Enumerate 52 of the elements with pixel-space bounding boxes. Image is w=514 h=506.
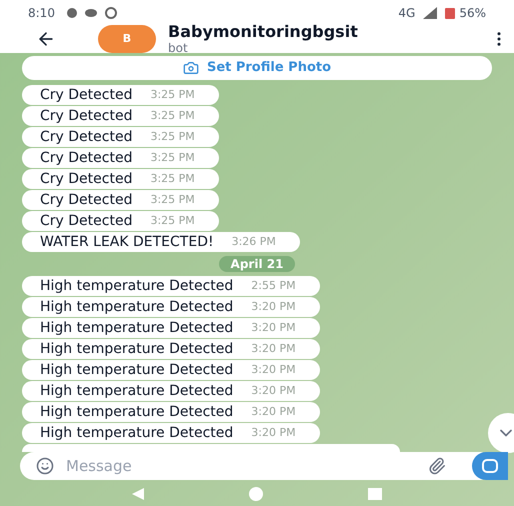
message-text: High temperature Detected: [40, 402, 234, 422]
camera-button[interactable]: [472, 452, 508, 480]
attach-icon[interactable]: [428, 457, 446, 475]
message-text: High temperature Detected: [40, 318, 234, 338]
message-text: Cry Detected: [40, 148, 132, 168]
clock-time: 8:10: [28, 4, 55, 22]
message-time: 3:25 PM: [150, 128, 195, 145]
battery-icon: [445, 6, 456, 18]
message-text: Cry Detected: [40, 170, 132, 188]
back-nav-icon[interactable]: [132, 488, 144, 500]
message-time: 3:20 PM: [251, 404, 296, 420]
message-text: High temperature Detected: [40, 382, 234, 400]
message-time: 2:55 PM: [251, 278, 296, 294]
emoji-icon[interactable]: [36, 457, 54, 475]
message-time: 3:20 PM: [251, 362, 296, 378]
chat-title: Babymonitoringbgsit: [168, 24, 358, 40]
message-text: High temperature Detected: [40, 298, 234, 316]
battery-percent: 56%: [459, 4, 486, 22]
message-text: Cry Detected: [40, 212, 132, 230]
message-text: Cry Detected: [40, 106, 132, 126]
message-time: 3:25 PM: [150, 192, 195, 208]
message-text: High temperature Detected: [40, 340, 234, 358]
network-label: 4G: [398, 4, 416, 22]
dot-icon: [66, 8, 77, 18]
chat-subtitle: bot: [168, 42, 189, 54]
message-time: 3:20 PM: [251, 340, 296, 357]
message-time: 3:25 PM: [150, 170, 195, 187]
message-time: 3:25 PM: [150, 86, 195, 103]
set-profile-photo-button[interactable]: Set Profile Photo: [22, 56, 492, 80]
message-text: High temperature Detected: [40, 424, 234, 442]
message-text: Cry Detected: [40, 128, 132, 146]
message-text: Cry Detected: [40, 86, 132, 104]
message-text: High temperature Detected: [40, 360, 234, 380]
message-field[interactable]: Message: [66, 454, 428, 478]
message-time: 3:20 PM: [251, 320, 296, 336]
avatar: B: [98, 25, 156, 53]
message-text: Cry Detected: [40, 190, 132, 210]
message-time: 3:25 PM: [150, 150, 195, 166]
message-time: 3:25 PM: [150, 108, 195, 124]
message-time: 3:20 PM: [251, 382, 296, 399]
camera-icon: [182, 60, 199, 76]
message-time: 3:25 PM: [150, 212, 195, 229]
message-time: 3:26 PM: [232, 234, 276, 250]
message-text: WATER LEAK DETECTED!: [40, 232, 214, 252]
date-separator: April 21: [218, 256, 296, 272]
oval-icon: [84, 8, 97, 16]
camera-icon: [482, 459, 498, 473]
message-time: 3:20 PM: [251, 298, 296, 315]
message-time: 3:20 PM: [251, 424, 296, 441]
ring-icon: [104, 6, 117, 18]
signal-icon: [423, 6, 438, 18]
message-text: High temperature Detected: [40, 276, 234, 296]
